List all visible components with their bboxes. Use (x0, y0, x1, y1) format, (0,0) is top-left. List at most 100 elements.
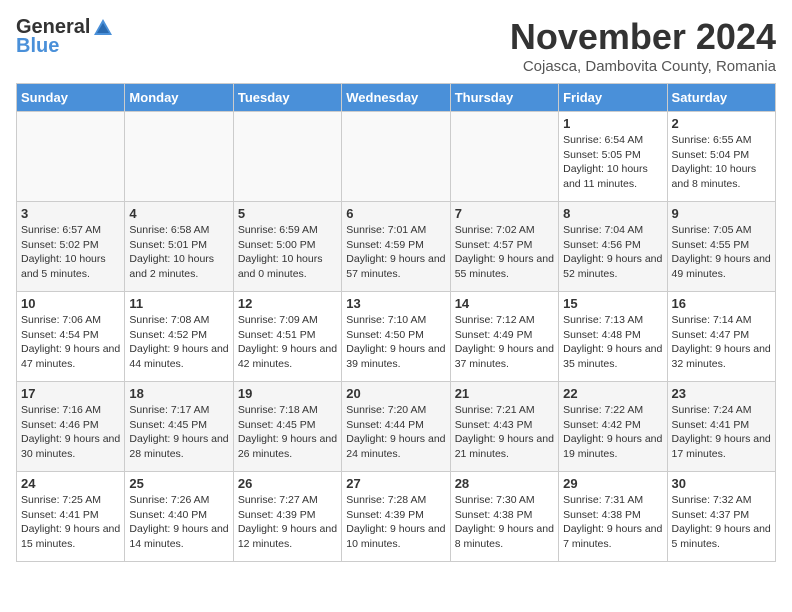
day-info: Sunrise: 7:31 AM Sunset: 4:38 PM Dayligh… (563, 493, 662, 552)
day-info: Sunrise: 6:54 AM Sunset: 5:05 PM Dayligh… (563, 133, 662, 192)
calendar-cell: 30 Sunrise: 7:32 AM Sunset: 4:37 PM Dayli… (667, 472, 775, 562)
day-number: 24 (21, 476, 120, 491)
day-info: Sunrise: 7:25 AM Sunset: 4:41 PM Dayligh… (21, 493, 120, 552)
day-number: 30 (672, 476, 771, 491)
day-number: 19 (238, 386, 337, 401)
calendar-cell: 3 Sunrise: 6:57 AM Sunset: 5:02 PM Daylig… (17, 202, 125, 292)
day-number: 13 (346, 296, 445, 311)
day-info: Sunrise: 7:06 AM Sunset: 4:54 PM Dayligh… (21, 313, 120, 372)
calendar-week-row: 24 Sunrise: 7:25 AM Sunset: 4:41 PM Dayli… (17, 472, 776, 562)
day-number: 28 (455, 476, 554, 491)
calendar-week-row: 17 Sunrise: 7:16 AM Sunset: 4:46 PM Dayli… (17, 382, 776, 472)
day-number: 3 (21, 206, 120, 221)
day-info: Sunrise: 6:59 AM Sunset: 5:00 PM Dayligh… (238, 223, 337, 282)
calendar-cell: 27Sunrise: 7:28 AM Sunset: 4:39 PM Dayli… (342, 472, 450, 562)
calendar-cell: 2 Sunrise: 6:55 AM Sunset: 5:04 PM Daylig… (667, 112, 775, 202)
day-info: Sunrise: 6:55 AM Sunset: 5:04 PM Dayligh… (672, 133, 771, 192)
calendar-cell: 6Sunrise: 7:01 AM Sunset: 4:59 PM Daylig… (342, 202, 450, 292)
weekday-header-sunday: Sunday (17, 84, 125, 112)
day-info: Sunrise: 7:30 AM Sunset: 4:38 PM Dayligh… (455, 493, 554, 552)
weekday-header-tuesday: Tuesday (233, 84, 341, 112)
day-number: 9 (672, 206, 771, 221)
calendar-cell: 14 Sunrise: 7:12 AM Sunset: 4:49 PM Dayli… (450, 292, 558, 382)
calendar-week-row: 1 Sunrise: 6:54 AM Sunset: 5:05 PM Daylig… (17, 112, 776, 202)
day-number: 7 (455, 206, 554, 221)
calendar-cell: 1 Sunrise: 6:54 AM Sunset: 5:05 PM Daylig… (559, 112, 667, 202)
day-info: Sunrise: 7:18 AM Sunset: 4:45 PM Dayligh… (238, 403, 337, 462)
title-block: November 2024 Cojasca, Dambovita County,… (510, 16, 776, 75)
calendar-table: SundayMondayTuesdayWednesdayThursdayFrid… (16, 83, 776, 562)
day-info: Sunrise: 6:57 AM Sunset: 5:02 PM Dayligh… (21, 223, 120, 282)
day-number: 17 (21, 386, 120, 401)
calendar-header-row: SundayMondayTuesdayWednesdayThursdayFrid… (17, 84, 776, 112)
day-info: Sunrise: 7:16 AM Sunset: 4:46 PM Dayligh… (21, 403, 120, 462)
day-number: 2 (672, 116, 771, 131)
weekday-header-monday: Monday (125, 84, 233, 112)
day-info: Sunrise: 7:17 AM Sunset: 4:45 PM Dayligh… (129, 403, 228, 462)
day-number: 1 (563, 116, 662, 131)
calendar-cell: 10Sunrise: 7:06 AM Sunset: 4:54 PM Dayli… (17, 292, 125, 382)
calendar-cell: 25 Sunrise: 7:26 AM Sunset: 4:40 PM Dayli… (125, 472, 233, 562)
day-info: Sunrise: 7:22 AM Sunset: 4:42 PM Dayligh… (563, 403, 662, 462)
day-number: 22 (563, 386, 662, 401)
day-info: Sunrise: 7:14 AM Sunset: 4:47 PM Dayligh… (672, 313, 771, 372)
day-number: 4 (129, 206, 228, 221)
day-info: Sunrise: 7:32 AM Sunset: 4:37 PM Dayligh… (672, 493, 771, 552)
day-info: Sunrise: 7:10 AM Sunset: 4:50 PM Dayligh… (346, 313, 445, 372)
day-info: Sunrise: 7:24 AM Sunset: 4:41 PM Dayligh… (672, 403, 771, 462)
calendar-cell (450, 112, 558, 202)
calendar-cell: 20Sunrise: 7:20 AM Sunset: 4:44 PM Dayli… (342, 382, 450, 472)
day-number: 15 (563, 296, 662, 311)
weekday-header-friday: Friday (559, 84, 667, 112)
day-number: 21 (455, 386, 554, 401)
day-info: Sunrise: 7:26 AM Sunset: 4:40 PM Dayligh… (129, 493, 228, 552)
calendar-cell: 13 Sunrise: 7:10 AM Sunset: 4:50 PM Dayli… (342, 292, 450, 382)
day-info: Sunrise: 7:08 AM Sunset: 4:52 PM Dayligh… (129, 313, 228, 372)
calendar-cell: 26Sunrise: 7:27 AM Sunset: 4:39 PM Dayli… (233, 472, 341, 562)
day-info: Sunrise: 7:12 AM Sunset: 4:49 PM Dayligh… (455, 313, 554, 372)
calendar-cell: 11 Sunrise: 7:08 AM Sunset: 4:52 PM Dayli… (125, 292, 233, 382)
calendar-cell: 8 Sunrise: 7:04 AM Sunset: 4:56 PM Daylig… (559, 202, 667, 292)
logo-blue-text: Blue (16, 35, 59, 58)
day-info: Sunrise: 7:09 AM Sunset: 4:51 PM Dayligh… (238, 313, 337, 372)
calendar-cell: 4 Sunrise: 6:58 AM Sunset: 5:01 PM Daylig… (125, 202, 233, 292)
logo-icon (92, 17, 114, 39)
calendar-cell: 22 Sunrise: 7:22 AM Sunset: 4:42 PM Dayli… (559, 382, 667, 472)
day-number: 23 (672, 386, 771, 401)
calendar-cell: 23 Sunrise: 7:24 AM Sunset: 4:41 PM Dayli… (667, 382, 775, 472)
day-number: 16 (672, 296, 771, 311)
day-number: 29 (563, 476, 662, 491)
calendar-cell: 16 Sunrise: 7:14 AM Sunset: 4:47 PM Dayli… (667, 292, 775, 382)
calendar-cell: 9Sunrise: 7:05 AM Sunset: 4:55 PM Daylig… (667, 202, 775, 292)
calendar-cell: 19 Sunrise: 7:18 AM Sunset: 4:45 PM Dayli… (233, 382, 341, 472)
calendar-cell: 24 Sunrise: 7:25 AM Sunset: 4:41 PM Dayli… (17, 472, 125, 562)
day-number: 27 (346, 476, 445, 491)
calendar-cell: 18 Sunrise: 7:17 AM Sunset: 4:45 PM Dayli… (125, 382, 233, 472)
calendar-cell: 12 Sunrise: 7:09 AM Sunset: 4:51 PM Dayli… (233, 292, 341, 382)
day-info: Sunrise: 7:01 AM Sunset: 4:59 PM Dayligh… (346, 223, 445, 282)
calendar-week-row: 3 Sunrise: 6:57 AM Sunset: 5:02 PM Daylig… (17, 202, 776, 292)
day-info: Sunrise: 7:04 AM Sunset: 4:56 PM Dayligh… (563, 223, 662, 282)
page-header: General Blue November 2024 Cojasca, Damb… (16, 16, 776, 75)
calendar-cell (233, 112, 341, 202)
calendar-cell (342, 112, 450, 202)
weekday-header-wednesday: Wednesday (342, 84, 450, 112)
day-number: 14 (455, 296, 554, 311)
day-number: 25 (129, 476, 228, 491)
calendar-cell: 21 Sunrise: 7:21 AM Sunset: 4:43 PM Dayli… (450, 382, 558, 472)
calendar-cell: 5Sunrise: 6:59 AM Sunset: 5:00 PM Daylig… (233, 202, 341, 292)
month-title: November 2024 (510, 16, 776, 58)
day-info: Sunrise: 7:20 AM Sunset: 4:44 PM Dayligh… (346, 403, 445, 462)
day-info: Sunrise: 6:58 AM Sunset: 5:01 PM Dayligh… (129, 223, 228, 282)
calendar-cell: 15 Sunrise: 7:13 AM Sunset: 4:48 PM Dayli… (559, 292, 667, 382)
day-number: 12 (238, 296, 337, 311)
day-info: Sunrise: 7:13 AM Sunset: 4:48 PM Dayligh… (563, 313, 662, 372)
calendar-cell (125, 112, 233, 202)
day-number: 11 (129, 296, 228, 311)
day-number: 8 (563, 206, 662, 221)
calendar-cell: 7Sunrise: 7:02 AM Sunset: 4:57 PM Daylig… (450, 202, 558, 292)
calendar-cell: 28 Sunrise: 7:30 AM Sunset: 4:38 PM Dayli… (450, 472, 558, 562)
day-number: 18 (129, 386, 228, 401)
calendar-cell: 29 Sunrise: 7:31 AM Sunset: 4:38 PM Dayli… (559, 472, 667, 562)
day-info: Sunrise: 7:21 AM Sunset: 4:43 PM Dayligh… (455, 403, 554, 462)
